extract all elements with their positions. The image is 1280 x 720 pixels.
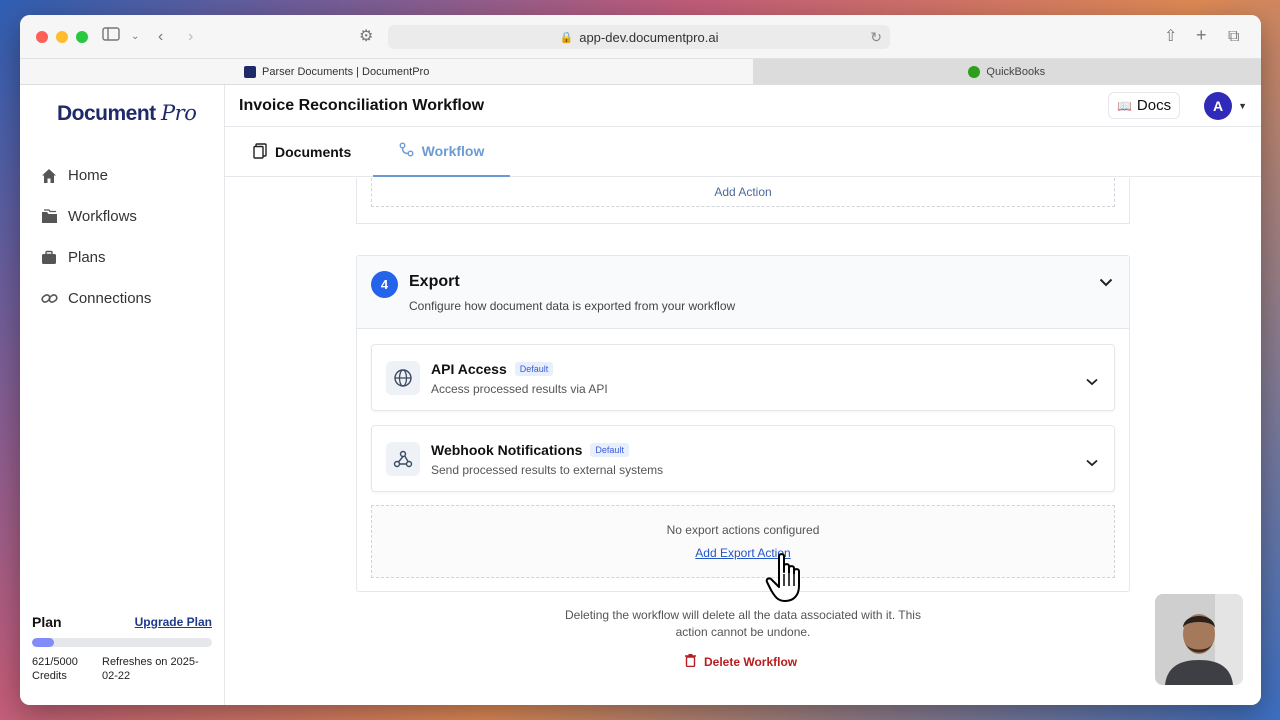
link-icon: [40, 290, 58, 308]
lock-icon: 🔒: [559, 31, 574, 44]
export-item-subtitle: Send processed results to external syste…: [431, 463, 664, 477]
tab-label: QuickBooks: [986, 65, 1046, 78]
refresh-date-label: Refreshes on 2025-02-22: [102, 656, 199, 682]
chevron-down-icon[interactable]: ⌄: [131, 27, 139, 47]
default-badge: Default: [514, 362, 554, 376]
plan-title: Plan: [32, 614, 62, 630]
workflow-content: Add Action 4 Export Configure how docume…: [225, 178, 1261, 705]
sidebar-item-label: Home: [68, 167, 109, 184]
add-export-action-link[interactable]: Add Export Action: [372, 546, 1114, 560]
step-number-badge: 4: [371, 271, 398, 298]
credits-label: 621/5000 Credits: [32, 656, 78, 682]
book-icon: 📖: [1116, 98, 1132, 113]
sidebar-item-home[interactable]: Home: [20, 155, 224, 196]
logo-main: Document: [57, 102, 156, 125]
tab-workflow[interactable]: Workflow: [373, 127, 510, 177]
export-item-api-access[interactable]: API Access Default Access processed resul…: [371, 344, 1115, 411]
folder-icon: [40, 208, 58, 226]
upgrade-plan-link[interactable]: Upgrade Plan: [135, 615, 212, 629]
credits-progress-bar: [32, 638, 212, 647]
documentpro-favicon-icon: [244, 65, 256, 78]
workflow-icon: [399, 142, 414, 160]
window-controls: [36, 31, 88, 43]
sidebar-item-label: Connections: [68, 290, 152, 307]
delete-warning-text: Deleting the workflow will delete all th…: [565, 608, 921, 639]
avatar[interactable]: A: [1204, 91, 1233, 120]
export-title: Export: [409, 273, 460, 290]
empty-state-text: No export actions configured: [666, 523, 820, 537]
maximize-window-button[interactable]: [76, 31, 88, 43]
main-panel: Invoice Reconciliation Workflow 📖 Docs A…: [225, 85, 1261, 705]
home-icon: [40, 167, 58, 185]
settings-gear-icon[interactable]: ⚙: [359, 27, 373, 47]
chevron-down-icon[interactable]: [1099, 274, 1113, 290]
export-item-title: Webhook Notifications: [431, 442, 583, 458]
tab-documentpro[interactable]: Parser Documents | DocumentPro: [20, 59, 753, 84]
forward-icon[interactable]: ›: [188, 27, 193, 47]
tab-label: Parser Documents | DocumentPro: [262, 65, 430, 78]
browser-toolbar: ⌄ ‹ › ⚙ 🔒 app-dev.documentpro.ai ↻ ⇧ + ⧉: [20, 15, 1261, 59]
globe-icon: [386, 361, 420, 395]
logo[interactable]: Document Pro: [57, 101, 197, 126]
url-text: app-dev.documentpro.ai: [579, 29, 719, 45]
chevron-down-icon[interactable]: [1086, 373, 1098, 389]
reload-icon[interactable]: ↻: [870, 29, 882, 46]
back-icon[interactable]: ‹: [158, 27, 163, 47]
docs-button[interactable]: 📖 Docs: [1107, 92, 1181, 119]
sidebar: Document Pro Home Workflows Plans Connec…: [20, 85, 225, 705]
presenter-video-icon: [1155, 594, 1243, 685]
sidebar-nav: Home Workflows Plans Connections: [20, 155, 224, 319]
export-item-subtitle: Access processed results via API: [431, 382, 608, 396]
sidebar-item-label: Workflows: [68, 208, 137, 225]
export-step-header[interactable]: 4 Export Configure how document data is …: [357, 256, 1129, 329]
browser-tabs: Parser Documents | DocumentPro QuickBook…: [20, 59, 1261, 85]
sidebar-item-label: Plans: [68, 249, 106, 266]
tab-overview-icon[interactable]: ⧉: [1228, 27, 1239, 47]
quickbooks-favicon-icon: [968, 65, 981, 78]
share-icon[interactable]: ⇧: [1164, 27, 1177, 47]
export-empty-state: No export actions configured Add Export …: [371, 505, 1115, 578]
add-action-button[interactable]: Add Action: [371, 178, 1115, 207]
close-window-button[interactable]: [36, 31, 48, 43]
export-item-title: API Access: [431, 361, 507, 377]
sidebar-item-connections[interactable]: Connections: [20, 278, 224, 319]
tab-documents-label: Documents: [275, 144, 352, 160]
docs-label: Docs: [1136, 97, 1172, 114]
workflow-subtabs: Documents Workflow: [225, 127, 1261, 177]
previous-step-card: Add Action: [356, 178, 1130, 224]
default-badge: Default: [590, 443, 629, 457]
delete-workflow-label: Delete Workflow: [704, 655, 798, 669]
sidebar-item-workflows[interactable]: Workflows: [20, 196, 224, 237]
hand-pointer-cursor-icon: [765, 553, 800, 602]
trash-icon: [685, 654, 696, 670]
chevron-down-icon[interactable]: [1086, 454, 1098, 470]
export-item-webhook[interactable]: Webhook Notifications Default Send proces…: [371, 425, 1115, 492]
tab-quickbooks[interactable]: QuickBooks: [752, 59, 1261, 84]
briefcase-icon: [40, 249, 58, 267]
page-title: Invoice Reconciliation Workflow: [239, 96, 485, 114]
webhook-icon: [386, 442, 420, 476]
export-step-card: 4 Export Configure how document data is …: [356, 255, 1130, 592]
plan-panel: Plan Upgrade Plan 621/5000 Credits Refre…: [32, 614, 212, 683]
tab-documents[interactable]: Documents: [253, 127, 351, 177]
new-tab-icon[interactable]: +: [1196, 25, 1207, 45]
tab-workflow-label: Workflow: [421, 143, 485, 159]
page-header: Invoice Reconciliation Workflow 📖 Docs A…: [225, 85, 1261, 127]
credits-progress-fill: [32, 638, 55, 647]
app: Document Pro Home Workflows Plans Connec…: [20, 85, 1261, 705]
export-subtitle: Configure how document data is exported …: [409, 299, 736, 313]
documents-icon: [253, 142, 267, 162]
caret-down-icon[interactable]: ▼: [1238, 101, 1247, 111]
logo-accent: Pro: [161, 101, 197, 125]
webcam-overlay: [1155, 594, 1243, 685]
address-bar[interactable]: 🔒 app-dev.documentpro.ai ↻: [388, 25, 890, 49]
browser-window: ⌄ ‹ › ⚙ 🔒 app-dev.documentpro.ai ↻ ⇧ + ⧉…: [20, 15, 1261, 705]
delete-workflow-button[interactable]: Delete Workflow: [685, 654, 797, 670]
minimize-window-button[interactable]: [56, 31, 68, 43]
sidebar-item-plans[interactable]: Plans: [20, 237, 224, 278]
sidebar-toggle-icon[interactable]: [102, 27, 120, 47]
